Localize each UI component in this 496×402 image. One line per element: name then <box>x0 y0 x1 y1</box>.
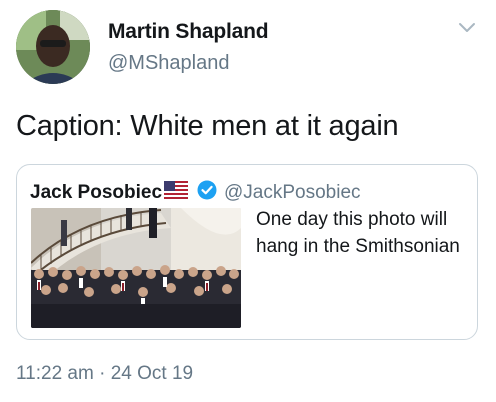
chevron-down-icon[interactable] <box>458 22 476 34</box>
us-flag-icon <box>164 181 188 199</box>
quoted-tweet-text: One day this photo will hang in the Smit… <box>256 209 460 257</box>
avatar[interactable] <box>16 10 90 84</box>
quoted-author-handle[interactable]: @JackPosobiec <box>224 182 361 204</box>
author-handle[interactable]: @MShapland <box>108 52 229 75</box>
verified-badge-icon <box>197 180 217 200</box>
tweet-timestamp[interactable]: 11:22 am · 24 Oct 19 <box>16 363 193 385</box>
quoted-author-display-name[interactable]: Jack Posobiec <box>30 182 162 204</box>
quoted-tweet-photo[interactable] <box>31 208 241 328</box>
tweet-text: Caption: White men at it again <box>16 110 399 142</box>
author-display-name[interactable]: Martin Shapland <box>108 20 269 44</box>
